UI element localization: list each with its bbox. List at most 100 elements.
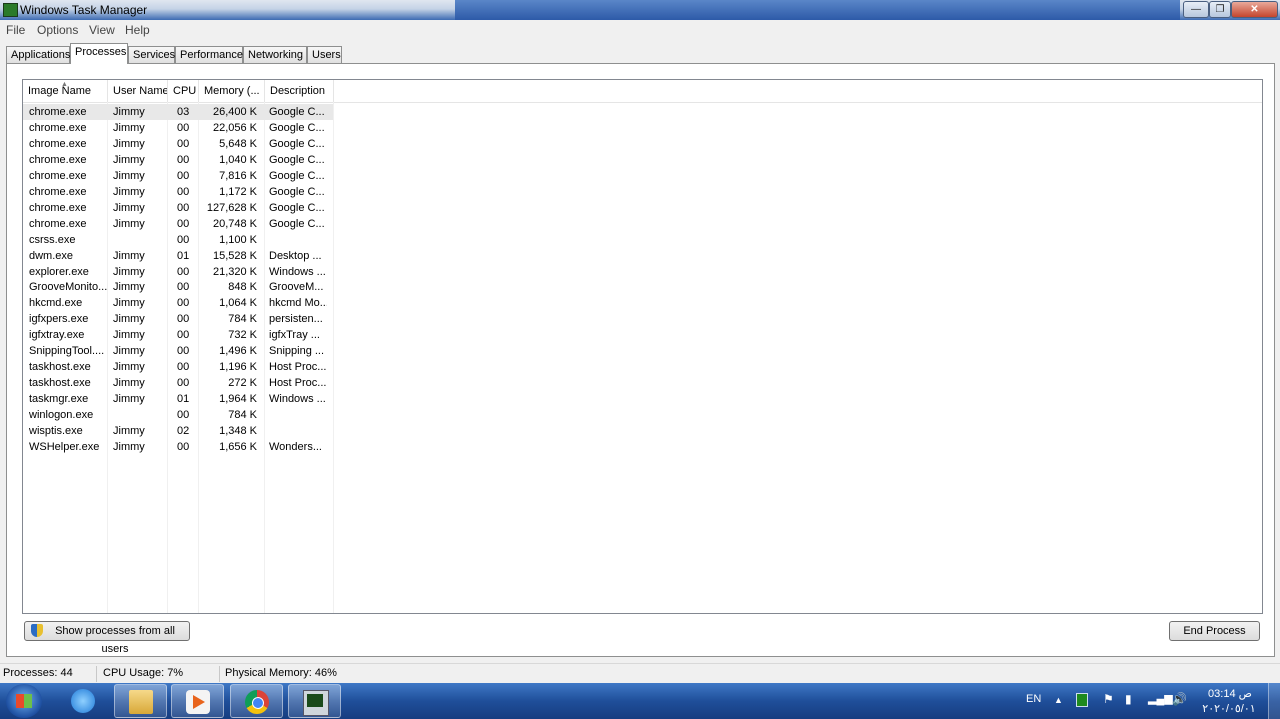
process-row[interactable]: chrome.exe Jimmy 00 22,056 K Google C...: [23, 120, 333, 136]
process-image-name: explorer.exe: [29, 265, 89, 278]
process-image-name: GrooveMonito...: [29, 281, 108, 294]
language-indicator[interactable]: EN: [1026, 693, 1041, 705]
process-image-name: chrome.exe: [29, 185, 87, 198]
end-process-button[interactable]: End Process: [1169, 621, 1260, 641]
maximize-button[interactable]: ❐: [1209, 1, 1231, 18]
process-image-name: chrome.exe: [29, 121, 87, 134]
column-header-description[interactable]: Description: [265, 80, 334, 102]
process-memory: 272 K: [228, 377, 257, 390]
menu-bar: File Options View Help: [0, 20, 1280, 39]
process-user-name: Jimmy: [113, 249, 145, 262]
process-row[interactable]: taskmgr.exe Jimmy 01 1,964 K Windows ...: [23, 391, 333, 407]
tab-users[interactable]: Users: [307, 46, 342, 63]
process-description: [269, 423, 327, 439]
green-app-icon[interactable]: [1076, 693, 1088, 707]
process-row[interactable]: chrome.exe Jimmy 00 1,040 K Google C...: [23, 152, 333, 168]
tab-networking[interactable]: Networking: [243, 46, 307, 63]
process-row[interactable]: chrome.exe Jimmy 00 7,816 K Google C...: [23, 168, 333, 184]
process-row[interactable]: taskhost.exe Jimmy 00 272 K Host Proc...: [23, 375, 333, 391]
process-cpu: 00: [177, 329, 190, 342]
process-image-name: igfxtray.exe: [29, 329, 85, 342]
process-image-name: chrome.exe: [29, 153, 87, 166]
close-button[interactable]: ✕: [1231, 1, 1278, 18]
process-row[interactable]: chrome.exe Jimmy 00 1,172 K Google C...: [23, 184, 333, 200]
taskbar-media-player[interactable]: [171, 684, 224, 718]
process-cpu: 00: [177, 297, 190, 310]
process-cpu: 00: [177, 345, 190, 358]
menu-file[interactable]: File: [6, 23, 25, 37]
process-description: Windows ...: [269, 265, 326, 278]
minimize-button[interactable]: —: [1183, 1, 1209, 18]
process-row[interactable]: WSHelper.exe Jimmy 00 1,656 K Wonders...: [23, 439, 333, 455]
process-image-name: taskmgr.exe: [29, 393, 89, 406]
volume-icon[interactable]: 🔊: [1172, 692, 1187, 706]
process-user-name: Jimmy: [113, 329, 145, 342]
taskbar-file-explorer[interactable]: [114, 684, 167, 718]
status-cpu-usage: CPU Usage: 7%: [103, 667, 184, 679]
clock-time[interactable]: 03:14 ص: [1200, 687, 1260, 700]
process-image-name: taskhost.exe: [29, 361, 91, 374]
process-description: Google C...: [269, 185, 325, 198]
process-row[interactable]: hkcmd.exe Jimmy 00 1,064 K hkcmd Mo...: [23, 295, 333, 311]
process-row[interactable]: explorer.exe Jimmy 00 21,320 K Windows ...: [23, 264, 333, 280]
taskbar-task-manager[interactable]: [288, 684, 341, 718]
column-header-cpu[interactable]: CPU: [168, 80, 199, 102]
process-cpu: 00: [177, 153, 190, 166]
process-description: Snipping ...: [269, 345, 325, 358]
process-memory: 1,964 K: [219, 393, 257, 406]
process-row[interactable]: GrooveMonito... Jimmy 00 848 K GrooveM...: [23, 279, 333, 295]
title-bar: Windows Task Manager — ❐ ✕: [0, 0, 1280, 20]
sort-ascending-icon: ▲: [61, 81, 68, 88]
clock-date[interactable]: ٢٠٢٠/٠٥/٠١: [1198, 702, 1260, 715]
process-memory: 784 K: [228, 313, 257, 326]
show-hidden-icons-icon[interactable]: ▲: [1054, 695, 1063, 705]
start-orb-icon[interactable]: [6, 684, 42, 718]
process-description: Host Proc...: [269, 377, 327, 390]
process-row[interactable]: csrss.exe 00 1,100 K: [23, 232, 333, 248]
process-description: Google C...: [269, 169, 325, 182]
power-icon[interactable]: ▮: [1125, 692, 1132, 706]
process-row[interactable]: winlogon.exe 00 784 K: [23, 407, 333, 423]
show-all-processes-button[interactable]: Show processes from all users: [24, 621, 190, 655]
process-memory: 127,628 K: [206, 201, 257, 214]
tab-performance[interactable]: Performance: [175, 46, 243, 63]
taskbar-internet-explorer[interactable]: [57, 684, 110, 718]
process-description: Desktop ...: [269, 249, 322, 262]
process-description: Google C...: [269, 201, 325, 214]
process-user-name: Jimmy: [113, 313, 145, 326]
process-image-name: hkcmd.exe: [29, 297, 83, 310]
process-row[interactable]: taskhost.exe Jimmy 00 1,196 K Host Proc...: [23, 359, 333, 375]
process-row[interactable]: SnippingTool.... Jimmy 00 1,496 K Snipping .…: [23, 343, 333, 359]
show-desktop-button[interactable]: [1268, 683, 1280, 719]
process-memory: 26,400 K: [212, 106, 257, 118]
media-player-icon: [186, 690, 210, 714]
process-row[interactable]: wisptis.exe Jimmy 02 1,348 K: [23, 423, 333, 439]
column-header-memory[interactable]: Memory (...: [199, 80, 265, 102]
menu-options[interactable]: Options: [37, 23, 78, 37]
process-user-name: Jimmy: [113, 121, 145, 134]
tab-applications[interactable]: Applications: [6, 46, 70, 63]
process-row[interactable]: chrome.exe Jimmy 00 127,628 K Google C...: [23, 200, 333, 216]
action-center-flag-icon[interactable]: ⚑: [1103, 692, 1114, 706]
column-header-user-name[interactable]: User Name: [108, 80, 168, 102]
process-user-name: [113, 407, 168, 423]
menu-help[interactable]: Help: [125, 23, 150, 37]
network-signal-icon[interactable]: ▂▄▆: [1148, 692, 1173, 705]
taskbar-chrome[interactable]: [230, 684, 283, 718]
process-row[interactable]: dwm.exe Jimmy 01 15,528 K Desktop ...: [23, 248, 333, 264]
tab-processes[interactable]: Processes: [70, 43, 128, 64]
tab-services[interactable]: Services: [128, 46, 175, 63]
process-memory: 1,656 K: [219, 440, 257, 453]
status-processes: Processes: 44: [3, 667, 73, 679]
menu-view[interactable]: View: [89, 23, 115, 37]
process-row[interactable]: chrome.exe Jimmy 00 5,648 K Google C...: [23, 136, 333, 152]
process-row[interactable]: chrome.exe Jimmy 00 20,748 K Google C...: [23, 216, 333, 232]
process-row[interactable]: chrome.exe Jimmy 03 26,400 K Google C...: [23, 104, 333, 120]
process-image-name: chrome.exe: [29, 106, 87, 118]
column-header-image-name[interactable]: ▲ Image Name: [23, 80, 108, 102]
process-description: persisten...: [269, 313, 323, 326]
process-row[interactable]: igfxpers.exe Jimmy 00 784 K persisten...: [23, 311, 333, 327]
process-list[interactable]: ▲ Image Name User Name CPU Memory (... D…: [22, 79, 1263, 614]
process-row[interactable]: igfxtray.exe Jimmy 00 732 K igfxTray ...: [23, 327, 333, 343]
status-separator: [219, 666, 220, 682]
